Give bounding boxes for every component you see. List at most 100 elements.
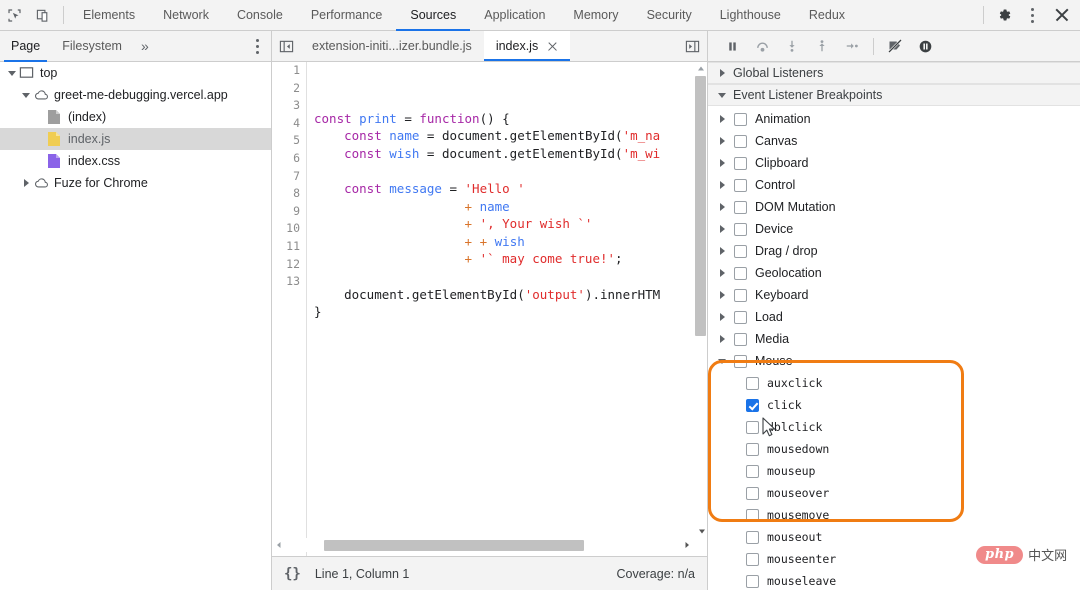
checkbox[interactable]	[746, 420, 759, 434]
breakpoint-category-mouse[interactable]: Mouse	[708, 350, 1080, 372]
code-line[interactable]: + + wish	[307, 233, 707, 251]
tab-memory[interactable]: Memory	[559, 0, 632, 31]
close-icon[interactable]	[1047, 1, 1076, 30]
code-line[interactable]: const wish = document.getElementById('m_…	[307, 145, 707, 163]
line-number[interactable]: 6	[272, 150, 306, 168]
line-number[interactable]: 3	[272, 97, 306, 115]
section-event-listener-breakpoints[interactable]: Event Listener Breakpoints	[708, 84, 1080, 106]
scroll-left-arrow-icon[interactable]	[272, 538, 286, 552]
chevron-right-icon[interactable]	[716, 311, 728, 323]
checkbox[interactable]	[734, 112, 747, 126]
panel-collapse-left-icon[interactable]	[272, 31, 300, 61]
gear-icon[interactable]	[989, 1, 1018, 30]
tree-item-index-css[interactable]: index.css	[0, 150, 271, 172]
tab-redux[interactable]: Redux	[795, 0, 859, 31]
scrollbar-thumb[interactable]	[324, 539, 584, 551]
code-line[interactable]: + '` may come true!';	[307, 250, 707, 268]
tab-performance[interactable]: Performance	[297, 0, 397, 31]
breakpoint-category-canvas[interactable]: Canvas	[708, 130, 1080, 152]
nav-tab-page[interactable]: Page	[0, 31, 51, 62]
tab-network[interactable]: Network	[149, 0, 223, 31]
tab-elements[interactable]: Elements	[69, 0, 149, 31]
breakpoint-event-mousedown[interactable]: mousedown	[708, 438, 1080, 460]
breakpoint-category-animation[interactable]: Animation	[708, 108, 1080, 130]
code-line[interactable]: const print = function() {	[307, 110, 707, 128]
editor-horizontal-scrollbar[interactable]	[272, 538, 694, 552]
breakpoint-event-mouseover[interactable]: mouseover	[708, 482, 1080, 504]
checkbox[interactable]	[734, 332, 747, 346]
code-line[interactable]: const name = document.getElementById('m_…	[307, 127, 707, 145]
breakpoint-category-load[interactable]: Load	[708, 306, 1080, 328]
line-number[interactable]: 2	[272, 80, 306, 98]
checkbox[interactable]	[734, 200, 747, 214]
pause-icon[interactable]	[717, 32, 747, 60]
file-tab-index-js[interactable]: index.js	[483, 31, 571, 61]
checkbox[interactable]	[734, 156, 747, 170]
chevron-right-icon[interactable]	[716, 267, 728, 279]
chevron-right-icon[interactable]	[716, 113, 728, 125]
breakpoint-category-control[interactable]: Control	[708, 174, 1080, 196]
pause-on-exceptions-icon[interactable]	[910, 32, 940, 60]
line-number[interactable]: 9	[272, 203, 306, 221]
checkbox[interactable]	[746, 398, 759, 412]
checkbox[interactable]	[746, 486, 759, 500]
breakpoint-event-auxclick[interactable]: auxclick	[708, 372, 1080, 394]
step-into-icon[interactable]	[777, 32, 807, 60]
code-line[interactable]	[307, 268, 707, 286]
tree-item-greet-me-debugging-vercel-app[interactable]: greet-me-debugging.vercel.app	[0, 84, 271, 106]
breakpoint-event-dblclick[interactable]: dblclick	[708, 416, 1080, 438]
device-toolbar-icon[interactable]	[29, 1, 58, 30]
line-number[interactable]: 1	[272, 62, 306, 80]
code-line[interactable]	[307, 92, 707, 110]
code-line[interactable]: document.getElementById('output').innerH…	[307, 286, 707, 304]
checkbox[interactable]	[734, 178, 747, 192]
chevron-right-icon[interactable]	[716, 223, 728, 235]
code-line[interactable]: + ', Your wish `'	[307, 215, 707, 233]
breakpoint-event-mouseenter[interactable]: mouseenter	[708, 548, 1080, 570]
checkbox[interactable]	[746, 508, 759, 522]
scroll-up-arrow-icon[interactable]	[694, 62, 707, 75]
breakpoint-event-mousemove[interactable]: mousemove	[708, 504, 1080, 526]
breakpoint-category-device[interactable]: Device	[708, 218, 1080, 240]
inspect-element-icon[interactable]	[0, 1, 29, 30]
tab-lighthouse[interactable]: Lighthouse	[706, 0, 795, 31]
chevron-down-icon[interactable]	[716, 355, 728, 367]
breakpoint-category-drag-drop[interactable]: Drag / drop	[708, 240, 1080, 262]
code-line[interactable]: const message = 'Hello '	[307, 180, 707, 198]
chevron-right-icon[interactable]	[716, 289, 728, 301]
chevron-right-icon[interactable]	[716, 179, 728, 191]
step-icon[interactable]	[837, 32, 867, 60]
kebab-menu-icon[interactable]	[1018, 1, 1047, 30]
line-number[interactable]: 7	[272, 168, 306, 186]
code-line[interactable]	[307, 162, 707, 180]
chevron-right-icon[interactable]	[20, 177, 32, 189]
chevron-right-icon[interactable]	[716, 135, 728, 147]
chevron-right-icon[interactable]	[716, 245, 728, 257]
navigator-more-options[interactable]	[256, 31, 271, 62]
breakpoint-event-mouseleave[interactable]: mouseleave	[708, 570, 1080, 590]
tree-item-index[interactable]: (index)	[0, 106, 271, 128]
checkbox[interactable]	[734, 288, 747, 302]
checkbox[interactable]	[746, 464, 759, 478]
checkbox[interactable]	[746, 552, 759, 566]
breakpoint-event-mouseout[interactable]: mouseout	[708, 526, 1080, 548]
tab-console[interactable]: Console	[223, 0, 297, 31]
panel-expand-right-icon[interactable]	[677, 31, 707, 61]
checkbox[interactable]	[734, 244, 747, 258]
chevron-down-icon[interactable]	[6, 67, 18, 79]
breakpoint-category-keyboard[interactable]: Keyboard	[708, 284, 1080, 306]
line-number[interactable]: 13	[272, 273, 306, 291]
checkbox[interactable]	[734, 354, 747, 368]
line-number[interactable]: 8	[272, 185, 306, 203]
checkbox[interactable]	[734, 222, 747, 236]
line-number[interactable]: 11	[272, 238, 306, 256]
checkbox[interactable]	[746, 530, 759, 544]
code-content[interactable]: const print = function() { const name = …	[307, 62, 707, 562]
checkbox[interactable]	[746, 442, 759, 456]
breakpoint-category-media[interactable]: Media	[708, 328, 1080, 350]
section-global-listeners[interactable]: Global Listeners	[708, 62, 1080, 84]
breakpoint-event-mouseup[interactable]: mouseup	[708, 460, 1080, 482]
nav-tab-filesystem[interactable]: Filesystem	[51, 31, 133, 62]
editor-vertical-scrollbar[interactable]	[694, 62, 707, 562]
checkbox[interactable]	[734, 310, 747, 324]
